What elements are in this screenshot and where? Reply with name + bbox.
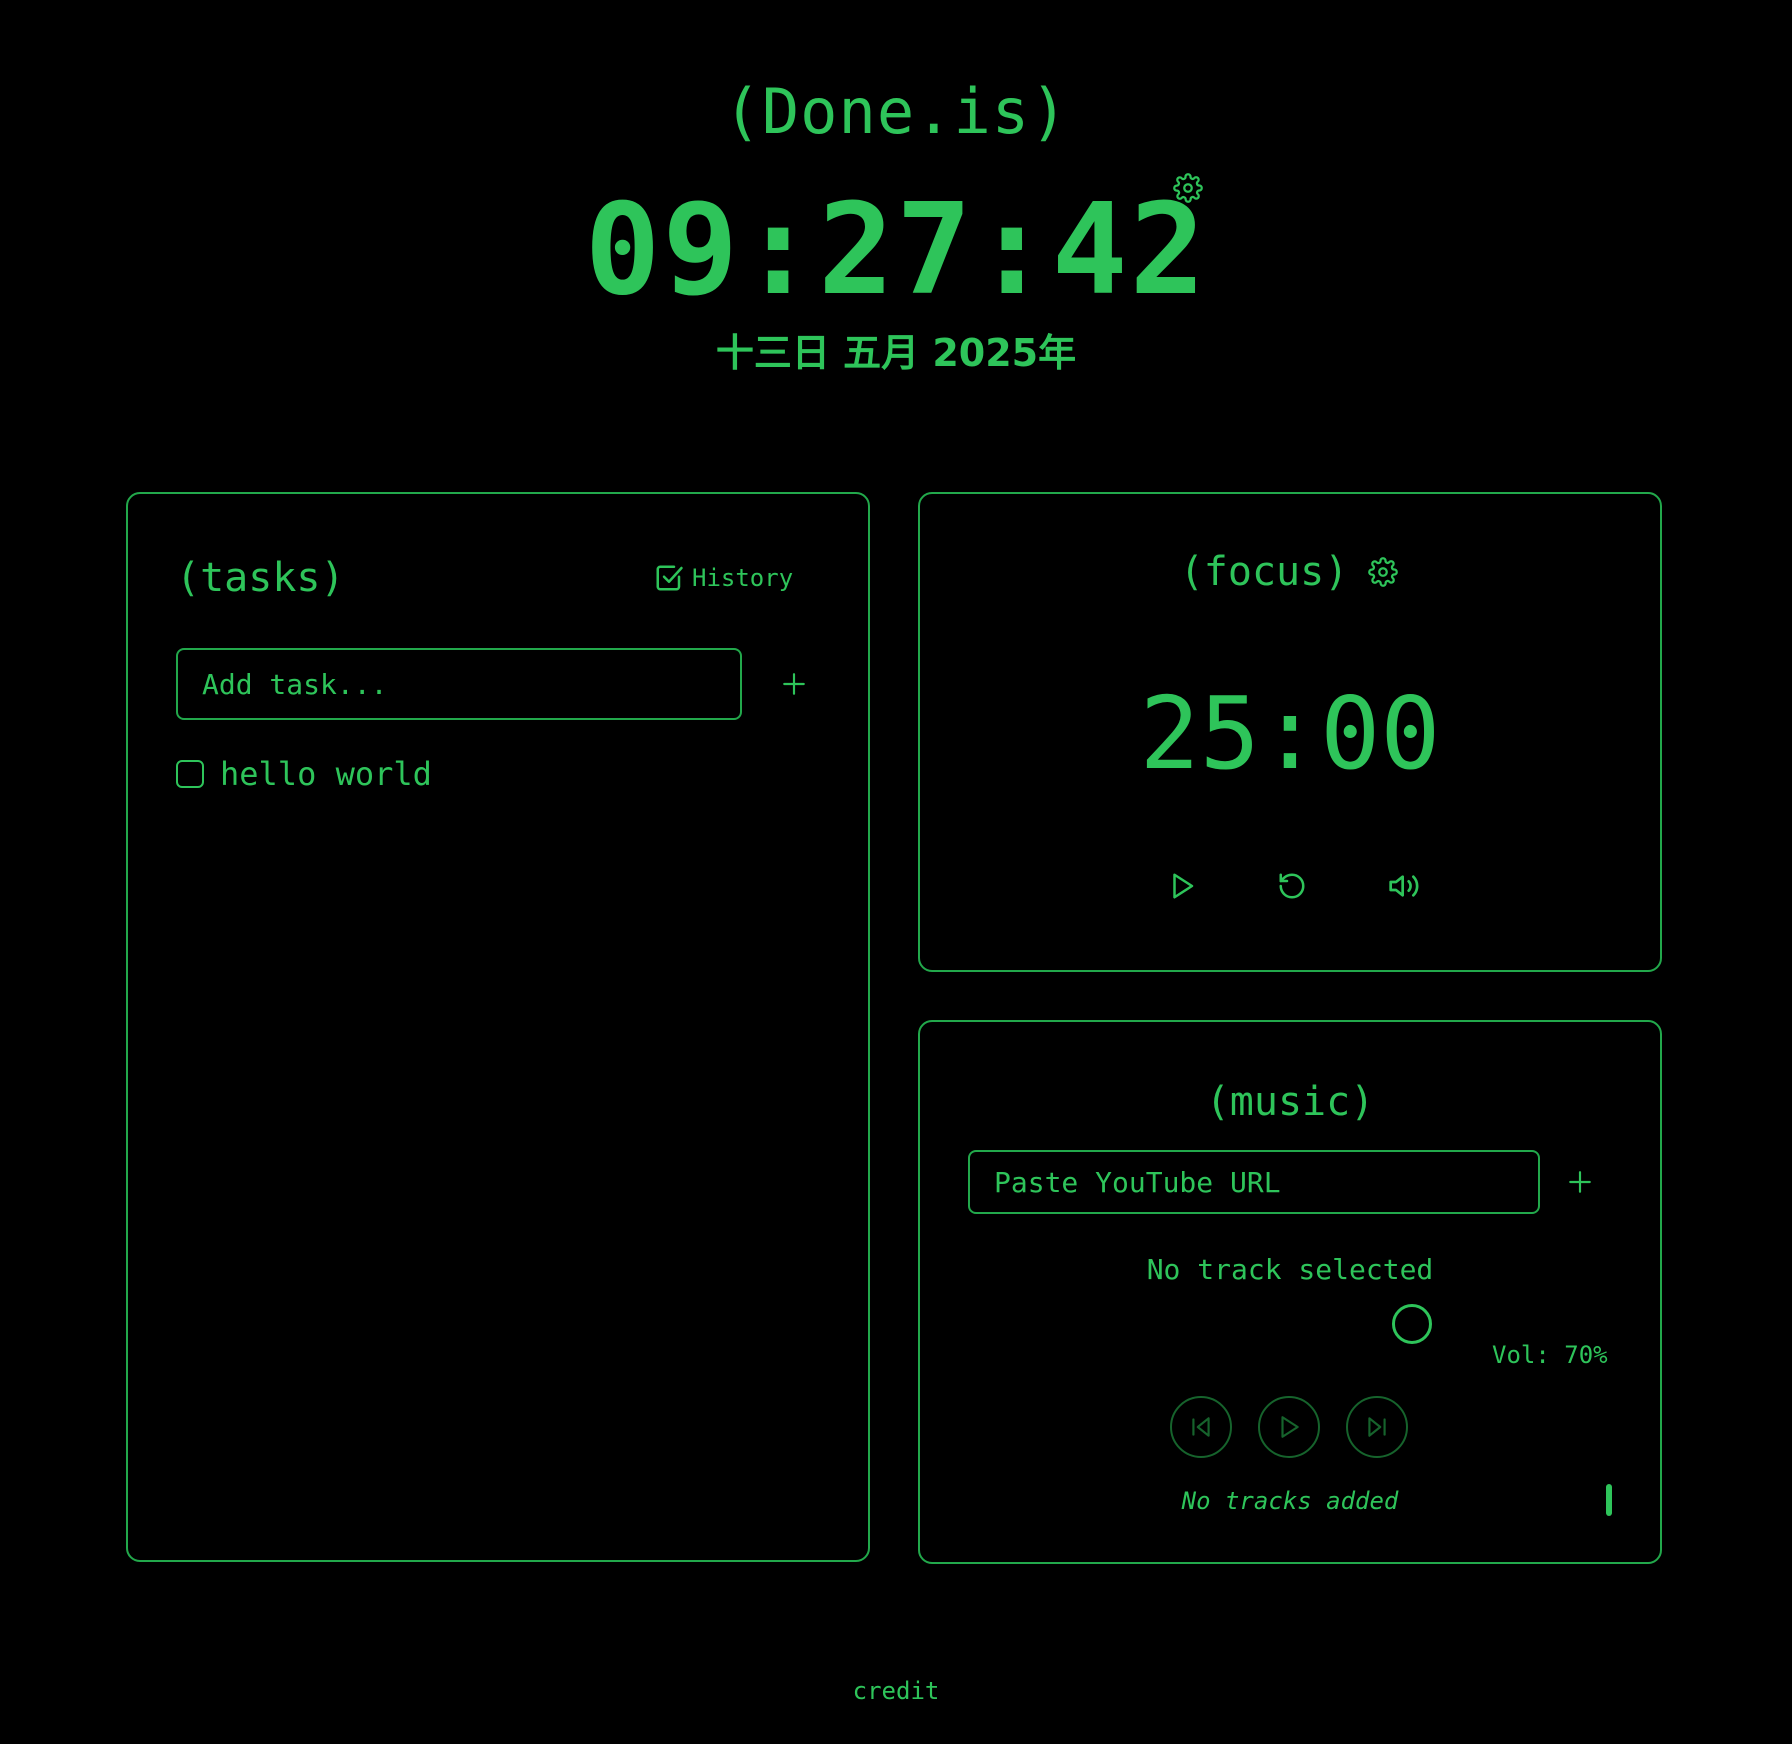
play-icon [1281,1416,1299,1438]
add-track-button[interactable] [1554,1156,1606,1208]
clock-settings-button[interactable] [1172,172,1204,204]
reset-icon [1279,873,1305,899]
focus-panel: (focus) 25:00 [918,492,1662,972]
skip-back-icon [1192,1417,1210,1437]
skip-forward-icon [1368,1417,1386,1437]
date-display: 十三日 五月 2025年 [715,331,1077,375]
credit-link[interactable]: credit [0,1676,1792,1706]
focus-sound-button[interactable] [1380,862,1428,910]
plus-icon [1569,1171,1591,1193]
history-button[interactable]: History [654,560,793,596]
next-track-button[interactable] [1346,1396,1408,1458]
focus-timer: 25:00 [1139,675,1441,792]
focus-header: (focus) [920,546,1660,598]
volume-icon [1389,875,1419,897]
task-checkbox[interactable] [176,760,204,788]
plus-icon [783,673,805,695]
add-task-input[interactable] [176,648,742,720]
tasks-title: (tasks) [176,555,345,601]
track-status: No track selected [1146,1253,1434,1286]
add-task-button[interactable] [768,658,820,710]
playlist-scrollbar[interactable] [1606,1484,1612,1516]
focus-settings-button[interactable] [1366,555,1400,589]
music-panel: (music) No track selected Vol: 70% No tr… [918,1020,1662,1564]
volume-knob[interactable] [1392,1304,1432,1344]
music-title: (music) [1205,1079,1375,1125]
tasks-panel: (tasks) History hello world [126,492,870,1562]
focus-play-button[interactable] [1158,862,1206,910]
focus-title: (focus) [1179,549,1349,595]
youtube-url-input[interactable] [968,1150,1540,1214]
gear-icon [1368,557,1399,587]
music-play-button[interactable] [1258,1396,1320,1458]
checkbox-check-icon [656,565,683,591]
app-brand: (Done.is) [723,75,1069,148]
history-label: History [692,564,794,592]
empty-playlist-text: No tracks added [1181,1487,1399,1515]
gear-icon [1173,173,1203,203]
previous-track-button[interactable] [1170,1396,1232,1458]
task-item: hello world [176,754,432,794]
clock-display: 09:27:42 [584,176,1208,323]
play-icon [1173,873,1194,899]
task-label: hello world [220,755,432,793]
focus-reset-button[interactable] [1268,862,1316,910]
volume-label: Vol: 70% [1492,1341,1608,1369]
